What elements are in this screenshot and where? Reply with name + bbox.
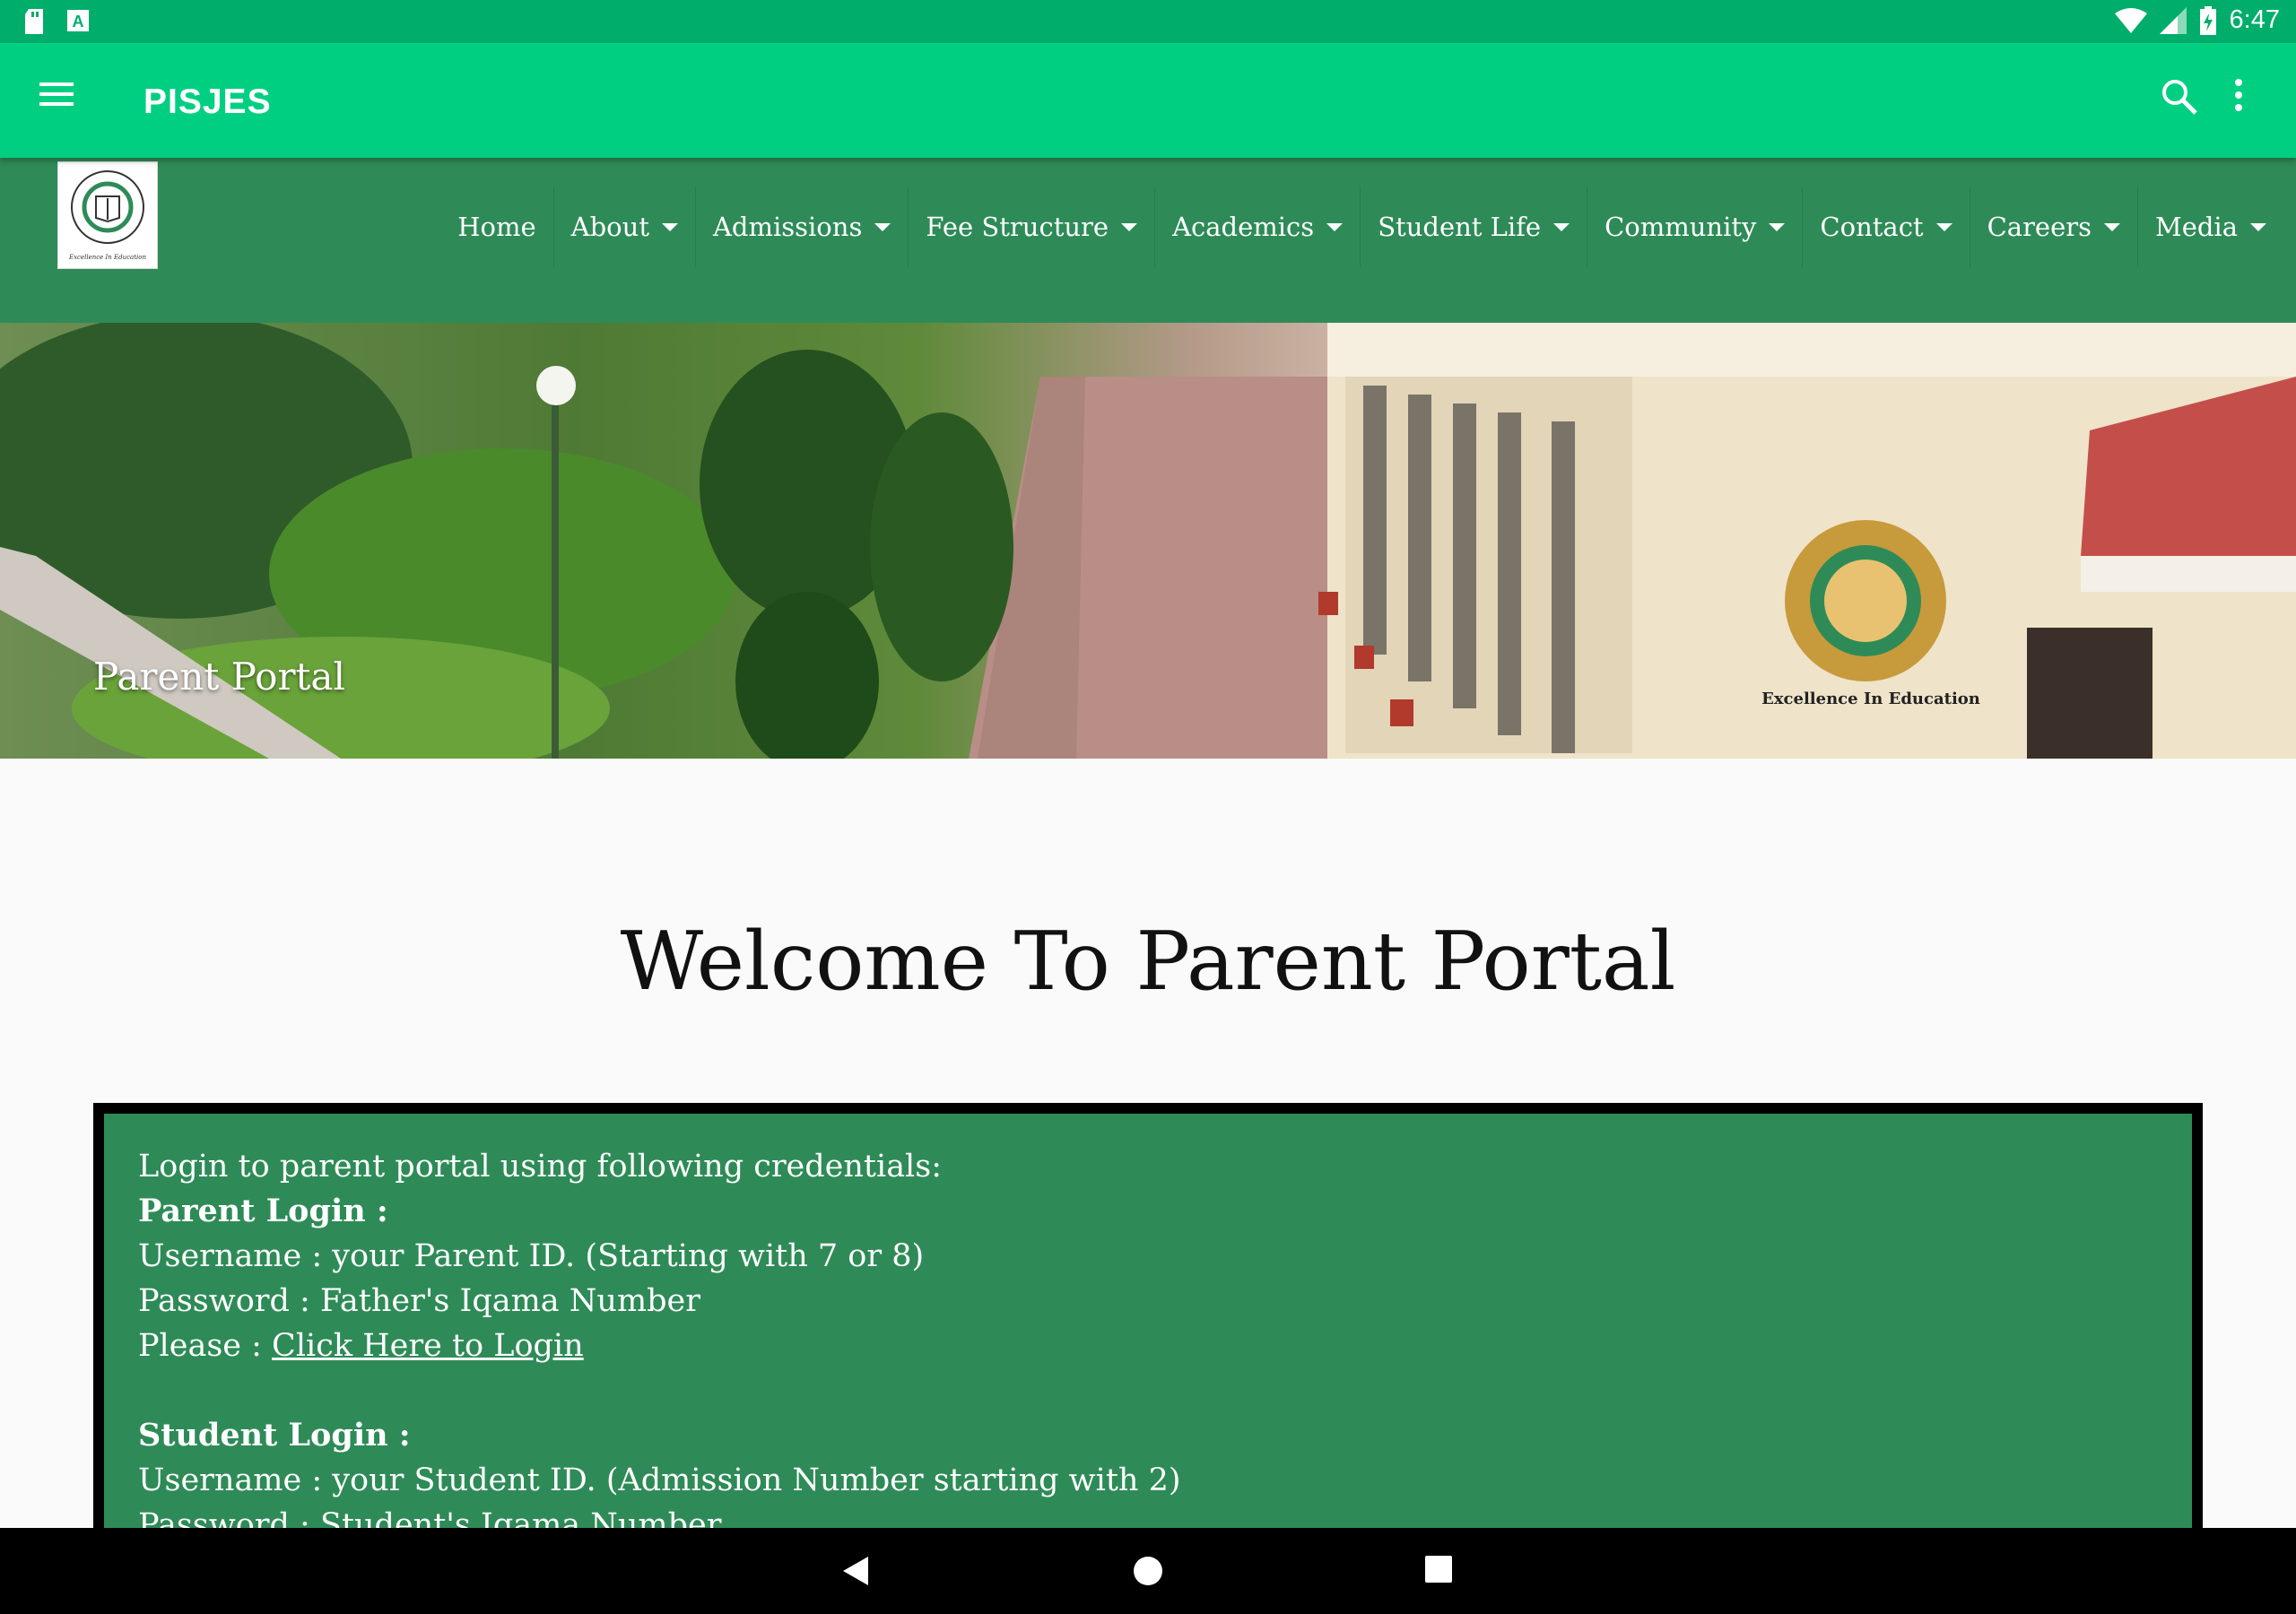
nav-item-fee-structure[interactable]: Fee Structure <box>908 187 1154 267</box>
caret-down-icon <box>1326 222 1344 231</box>
student-username-text: Username : your Student ID. (Admission N… <box>138 1462 1181 1498</box>
signal-icon <box>2159 6 2187 34</box>
caret-down-icon <box>661 222 678 231</box>
system-nav-bar <box>0 1528 2296 1614</box>
nav-item-label: Home <box>457 212 536 242</box>
nav-item-admissions[interactable]: Admissions <box>694 187 908 267</box>
please-line: Please : Click Here to Login <box>138 1323 2158 1368</box>
back-icon[interactable] <box>839 1553 875 1589</box>
caret-down-icon <box>2250 222 2266 231</box>
caret-down-icon <box>874 222 891 231</box>
nav-item-home[interactable]: Home <box>440 187 552 267</box>
nav-item-careers[interactable]: Careers <box>1969 187 2137 267</box>
nav-item-contact[interactable]: Contact <box>1802 187 1969 267</box>
main-nav: Home About Admissions Fee Structure Academic… <box>440 187 2283 267</box>
home-icon[interactable] <box>1130 1553 1166 1589</box>
logo-tagline: Excellence In Education <box>68 254 146 261</box>
app-title: PISJES <box>144 82 272 121</box>
recents-icon[interactable] <box>1422 1553 1458 1589</box>
nav-item-media[interactable]: Media <box>2137 187 2283 267</box>
nav-item-academics[interactable]: Academics <box>1154 187 1360 267</box>
please-label: Please : <box>138 1328 273 1364</box>
wifi-icon <box>2114 7 2147 33</box>
nav-item-student-life[interactable]: Student Life <box>1360 187 1587 267</box>
nav-item-about[interactable]: About <box>552 187 695 267</box>
nav-item-label: Student Life <box>1378 212 1542 242</box>
caret-down-icon <box>2104 222 2121 231</box>
a-notification-icon: A <box>67 10 89 31</box>
school-logo[interactable]: Excellence In Education <box>57 161 158 269</box>
caret-down-icon <box>1935 222 1952 231</box>
nav-item-label: Media <box>2155 212 2238 242</box>
login-link[interactable]: Click Here to Login <box>272 1328 584 1364</box>
intro-text: Login to parent portal using following c… <box>138 1149 943 1184</box>
nav-item-label: Community <box>1605 212 1757 242</box>
hero-caption: Parent Portal <box>93 655 345 699</box>
nav-item-label: About <box>570 212 649 242</box>
page-heading: Welcome To Parent Portal <box>620 915 1676 1009</box>
nav-item-label: Academics <box>1172 212 1315 242</box>
site-header: Excellence In Education Home About Admissi… <box>0 158 2296 323</box>
svg-text:A: A <box>73 13 84 30</box>
sd-card-icon <box>25 9 43 34</box>
nav-item-community[interactable]: Community <box>1587 187 1802 267</box>
clock: 6:47 <box>2229 5 2280 34</box>
search-icon[interactable] <box>2160 77 2206 124</box>
hamburger-menu-icon[interactable] <box>39 81 90 120</box>
seal-text: Excellence In Education <box>1761 690 1980 708</box>
caret-down-icon <box>1121 222 1138 231</box>
parent-password-text: Password : Father's Iqama Number <box>138 1283 700 1319</box>
nav-item-label: Fee Structure <box>926 212 1109 242</box>
caret-down-icon <box>1769 222 1786 231</box>
status-bar: A 6:47 <box>0 0 2296 43</box>
battery-icon <box>2199 5 2216 35</box>
nav-item-label: Contact <box>1820 212 1924 242</box>
parent-login-title: Parent Login : <box>138 1193 388 1229</box>
app-bar: PISJES <box>0 43 2296 158</box>
student-login-title: Student Login : <box>138 1417 411 1453</box>
parent-username-text: Username : your Parent ID. (Starting wit… <box>138 1238 925 1274</box>
nav-item-label: Admissions <box>712 212 863 242</box>
nav-item-label: Careers <box>1987 212 2092 242</box>
hero-banner: Excellence In Education Parent Portal <box>0 323 2296 759</box>
caret-down-icon <box>1553 222 1570 231</box>
more-vert-icon[interactable] <box>2233 77 2255 124</box>
